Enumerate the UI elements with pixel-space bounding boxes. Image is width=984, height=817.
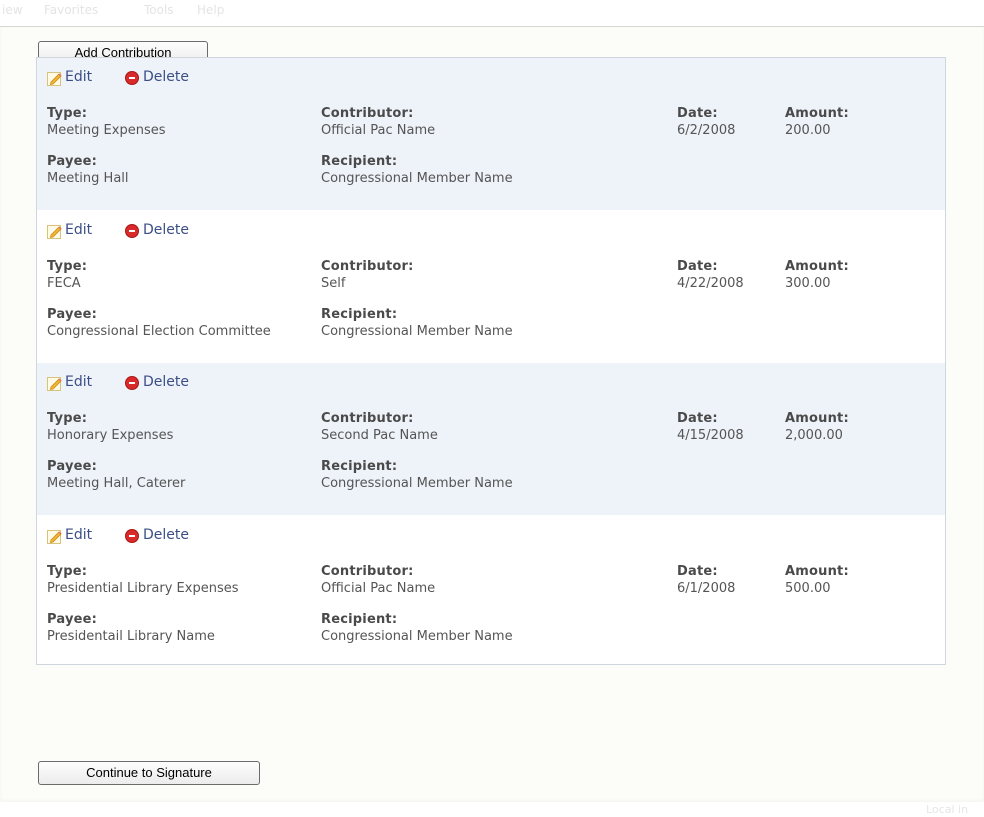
- recipient-value: Congressional Member Name: [321, 171, 513, 186]
- recipient-value: Congressional Member Name: [321, 324, 513, 339]
- payee-value: Meeting Hall, Caterer: [47, 476, 186, 491]
- recipient-label: Recipient:: [321, 459, 398, 474]
- payee-value: Congressional Election Committee: [47, 324, 271, 339]
- recipient-label: Recipient:: [321, 307, 398, 322]
- contributor-label: Contributor:: [321, 106, 414, 121]
- type-label: Type:: [47, 411, 88, 426]
- amount-value: 2,000.00: [785, 428, 843, 443]
- contribution-entry: Edit Delete Type: FECA Contributor: Self…: [37, 211, 945, 363]
- menu-help[interactable]: Help: [197, 3, 224, 17]
- date-label: Date:: [677, 259, 718, 274]
- delete-label: Delete: [143, 527, 189, 543]
- type-label: Type:: [47, 106, 88, 121]
- edit-label: Edit: [65, 69, 93, 85]
- amount-value: 200.00: [785, 123, 831, 138]
- amount-value: 500.00: [785, 581, 831, 596]
- delete-label: Delete: [143, 374, 189, 390]
- recipient-label: Recipient:: [321, 612, 398, 627]
- date-label: Date:: [677, 106, 718, 121]
- type-value: Presidential Library Expenses: [47, 581, 239, 596]
- recipient-value: Congressional Member Name: [321, 629, 513, 644]
- type-value: Honorary Expenses: [47, 428, 174, 443]
- contributor-label: Contributor:: [321, 411, 414, 426]
- date-value: 6/1/2008: [677, 581, 736, 596]
- amount-label: Amount:: [785, 411, 849, 426]
- delete-label: Delete: [143, 222, 189, 238]
- contributions-list: Edit Delete Type: Meeting Expenses Contr…: [36, 57, 946, 665]
- delete-icon: [125, 224, 139, 238]
- edit-pencil-icon: [47, 72, 62, 86]
- contributor-value: Official Pac Name: [321, 581, 436, 596]
- menu-favorites[interactable]: Favorites: [44, 3, 98, 17]
- contributor-label: Contributor:: [321, 259, 414, 274]
- menu-tools[interactable]: Tools: [144, 3, 174, 17]
- delete-icon: [125, 376, 139, 390]
- contributor-value: Second Pac Name: [321, 428, 438, 443]
- menu-view[interactable]: iew: [2, 3, 23, 17]
- edit-pencil-icon: [47, 377, 62, 391]
- contributor-value: Official Pac Name: [321, 123, 436, 138]
- date-value: 6/2/2008: [677, 123, 736, 138]
- amount-label: Amount:: [785, 564, 849, 579]
- payee-label: Payee:: [47, 307, 98, 322]
- menu-bar: iew Favorites Tools Help: [0, 0, 984, 26]
- delete-label: Delete: [143, 69, 189, 85]
- contribution-entry: Edit Delete Type: Presidential Library E…: [37, 516, 945, 668]
- payee-label: Payee:: [47, 459, 98, 474]
- edit-label: Edit: [65, 374, 93, 390]
- date-value: 4/15/2008: [677, 428, 744, 443]
- contributor-value: Self: [321, 276, 346, 291]
- type-label: Type:: [47, 564, 88, 579]
- edit-label: Edit: [65, 527, 93, 543]
- payee-label: Payee:: [47, 612, 98, 627]
- status-bar: Local in: [0, 802, 984, 817]
- payee-value: Meeting Hall: [47, 171, 129, 186]
- recipient-value: Congressional Member Name: [321, 476, 513, 491]
- type-label: Type:: [47, 259, 88, 274]
- payee-label: Payee:: [47, 154, 98, 169]
- type-value: Meeting Expenses: [47, 123, 166, 138]
- amount-value: 300.00: [785, 276, 831, 291]
- continue-to-signature-button[interactable]: Continue to Signature: [38, 761, 260, 785]
- contributor-label: Contributor:: [321, 564, 414, 579]
- edit-pencil-icon: [47, 530, 62, 544]
- contribution-entry: Edit Delete Type: Meeting Expenses Contr…: [37, 58, 945, 210]
- recipient-label: Recipient:: [321, 154, 398, 169]
- contribution-entry: Edit Delete Type: Honorary Expenses Cont…: [37, 363, 945, 515]
- edit-pencil-icon: [47, 225, 62, 239]
- date-value: 4/22/2008: [677, 276, 744, 291]
- amount-label: Amount:: [785, 259, 849, 274]
- delete-icon: [125, 71, 139, 85]
- amount-label: Amount:: [785, 106, 849, 121]
- delete-icon: [125, 529, 139, 543]
- date-label: Date:: [677, 564, 718, 579]
- payee-value: Presidentail Library Name: [47, 629, 215, 644]
- status-zone-text: Local in: [926, 803, 969, 816]
- date-label: Date:: [677, 411, 718, 426]
- type-value: FECA: [47, 276, 81, 291]
- edit-label: Edit: [65, 222, 93, 238]
